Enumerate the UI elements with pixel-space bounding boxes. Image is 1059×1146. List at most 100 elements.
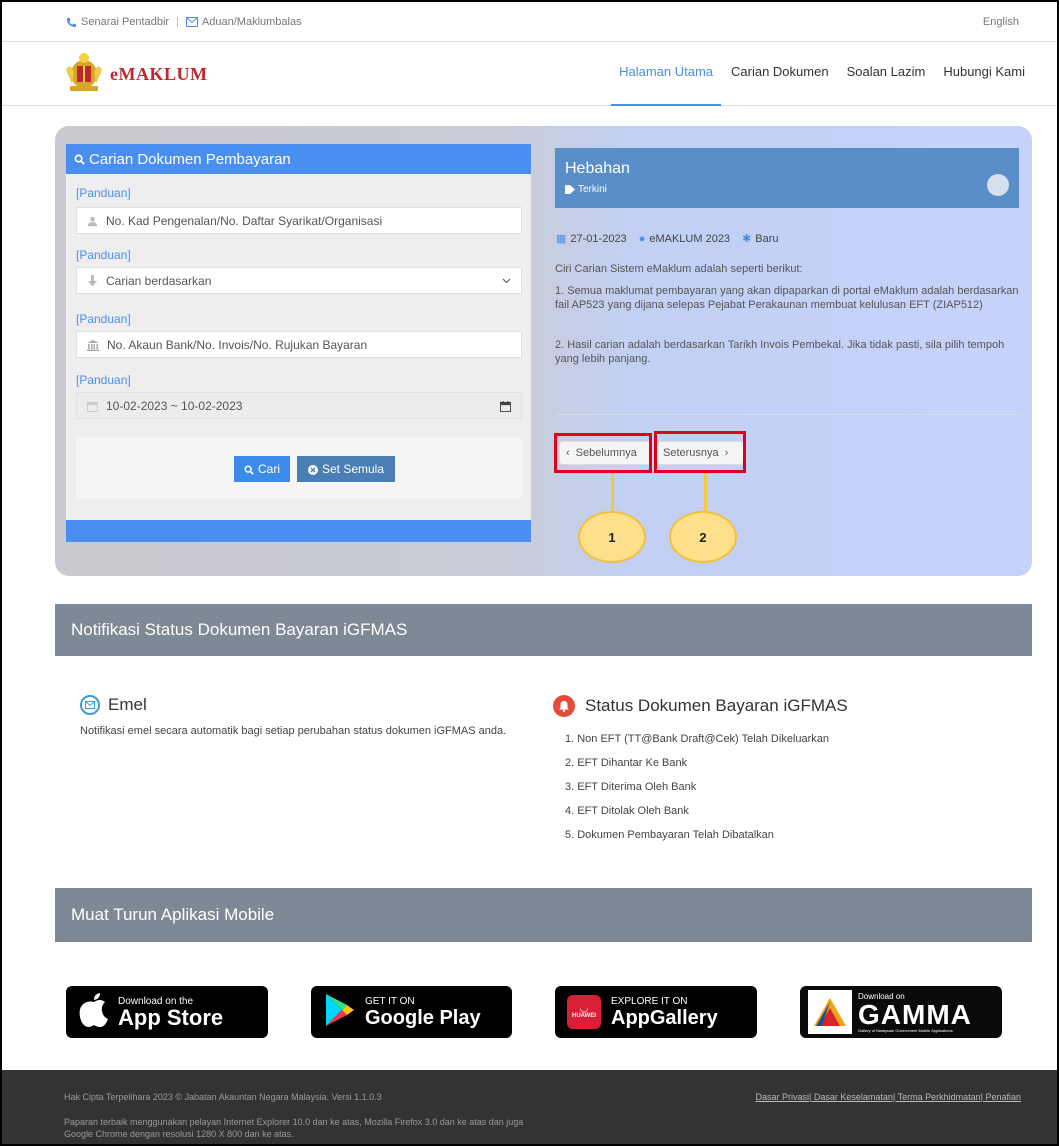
- hebahan-title: Hebahan: [565, 160, 630, 177]
- utility-links: Senarai Pentadbir | Aduan/Maklumbalas: [66, 16, 302, 28]
- reset-button-label: Set Semula: [321, 462, 385, 476]
- gamma-badge[interactable]: Download on GAMMA Gallery of Malaysian G…: [800, 986, 1002, 1038]
- announcement-tag: Baru: [755, 232, 779, 245]
- phone-icon: [66, 16, 77, 28]
- announcement-intro: Ciri Carian Sistem eMaklum adalah sepert…: [555, 263, 803, 275]
- hebahan-header: Hebahan Terkini: [555, 148, 1019, 208]
- reset-button[interactable]: Set Semula: [297, 456, 395, 482]
- panduan-link-2[interactable]: [Panduan]: [76, 248, 131, 262]
- google-play-big: Google Play: [365, 1006, 481, 1029]
- status-title: Status Dokumen Bayaran iGFMAS: [585, 696, 848, 715]
- payment-document-search: Carian Dokumen Pembayaran [Panduan] No. …: [66, 144, 531, 542]
- announcement-point-1: 1. Semua maklumat pembayaran yang akan d…: [555, 285, 1019, 311]
- top-utility-bar: Senarai Pentadbir | Aduan/Maklumbalas En…: [2, 2, 1057, 42]
- hebahan-divider: [555, 414, 1021, 415]
- status-item: 4. EFT Ditolak Oleh Bank: [565, 805, 689, 817]
- bank-icon: [87, 338, 99, 352]
- announcement-point-2: 2. Hasil carian adalah berdasarkan Tarik…: [555, 339, 1005, 365]
- hebahan-subtitle-text: Terkini: [578, 184, 607, 195]
- app-store-text: Download on the App Store: [118, 996, 223, 1029]
- google-play-icon: [325, 993, 355, 1032]
- calendar-icon: ▦: [556, 233, 567, 245]
- asterisk-icon: ✱: [742, 233, 752, 245]
- callout-1: 1: [578, 511, 646, 563]
- nav-hubungi-kami[interactable]: Hubungi Kami: [943, 64, 1025, 79]
- date-range-input[interactable]: 10-02-2023 ~ 10-02-2023: [76, 392, 522, 419]
- huawei-icon: ◡ HUAWEI: [567, 995, 601, 1029]
- aduan-link[interactable]: Aduan/Maklumbalas: [202, 16, 302, 28]
- calendar-icon: [87, 399, 98, 413]
- nav-halaman-utama[interactable]: Halaman Utama: [611, 64, 721, 106]
- footer-links[interactable]: Dasar Privasi| Dasar Keselamatan| Terma …: [756, 1092, 1021, 1102]
- google-play-small: GET IT ON: [365, 995, 415, 1007]
- connector-line-1: [611, 473, 614, 511]
- id-number-input[interactable]: No. Kad Pengenalan/No. Daftar Syarikat/O…: [76, 207, 522, 234]
- search-button[interactable]: Cari: [234, 456, 290, 482]
- account-number-input[interactable]: No. Akaun Bank/No. Invois/No. Rujukan Ba…: [76, 331, 522, 358]
- logo-text: eMAKLUM: [110, 64, 208, 84]
- user-icon: ●: [638, 232, 646, 245]
- gamma-big: GAMMA: [858, 998, 972, 1030]
- nav-carian-dokumen[interactable]: Carian Dokumen: [731, 64, 829, 79]
- senarai-pentadbir-link[interactable]: Senarai Pentadbir: [81, 16, 169, 28]
- gamma-text: Download on GAMMA Gallery of Malaysian G…: [858, 991, 972, 1034]
- account-number-placeholder: No. Akaun Bank/No. Invois/No. Rujukan Ba…: [107, 337, 368, 352]
- arrow-down-icon: [87, 274, 98, 288]
- announcement-date: 27-01-2023: [570, 232, 627, 245]
- close-circle-icon: [307, 462, 318, 476]
- panduan-link-1[interactable]: [Panduan]: [76, 186, 131, 200]
- chevron-down-icon: [502, 274, 511, 288]
- globe-icon: [987, 174, 1009, 196]
- status-item: 5. Dokumen Pembayaran Telah Dibatalkan: [565, 829, 774, 841]
- tag-icon: [565, 184, 575, 195]
- status-list: 1. Non EFT (TT@Bank Draft@Cek) Telah Dik…: [565, 733, 829, 853]
- app-store-big: App Store: [118, 1004, 224, 1030]
- apple-icon: [78, 992, 110, 1033]
- google-play-text: GET IT ON Google Play: [365, 996, 481, 1029]
- panduan-link-3[interactable]: [Panduan]: [76, 312, 131, 326]
- hebahan-subtitle: Terkini: [565, 184, 607, 195]
- site-footer: Hak Cipta Terpelihara 2023 © Jabatan Aka…: [2, 1070, 1057, 1144]
- calendar-picker-icon[interactable]: [500, 399, 511, 413]
- search-header: Carian Dokumen Pembayaran: [66, 144, 531, 174]
- highlight-box-2: [654, 431, 746, 473]
- app-store-badge[interactable]: Download on the App Store: [66, 986, 268, 1038]
- highlight-box-1: [554, 433, 652, 473]
- envelope-icon: [80, 695, 100, 715]
- site-header: eMAKLUM Halaman Utama Carian Dokumen Soa…: [2, 42, 1057, 106]
- huawei-logo-text: HUAWEI: [572, 1013, 596, 1019]
- mobile-section-header: Muat Turun Aplikasi Mobile: [55, 888, 1032, 942]
- app-gallery-badge[interactable]: ◡ HUAWEI EXPLORE IT ON AppGallery: [555, 986, 757, 1038]
- announcement-author: eMAKLUM 2023: [649, 232, 731, 245]
- browser-note: Paparan terbaik menggunakan pelayan Inte…: [64, 1117, 524, 1139]
- id-number-placeholder: No. Kad Pengenalan/No. Daftar Syarikat/O…: [106, 213, 383, 228]
- search-footer-bar: [66, 520, 531, 542]
- email-description: Notifikasi emel secara automatik bagi se…: [80, 725, 507, 737]
- search-button-label: Cari: [257, 462, 280, 476]
- search-title: Carian Dokumen Pembayaran: [89, 150, 291, 168]
- email-title: Emel: [108, 695, 147, 714]
- copyright-text: Hak Cipta Terpelihara 2023 © Jabatan Aka…: [64, 1092, 382, 1102]
- search-by-value: Carian berdasarkan: [106, 273, 212, 288]
- panduan-link-4[interactable]: [Panduan]: [76, 373, 131, 387]
- user-icon: [87, 214, 98, 228]
- language-toggle[interactable]: English: [983, 16, 1019, 28]
- search-icon: [74, 151, 85, 168]
- search-actions: Cari Set Semula: [76, 438, 522, 498]
- app-gallery-small: EXPLORE IT ON: [611, 995, 688, 1007]
- callout-2: 2: [669, 511, 737, 563]
- nav-soalan-lazim[interactable]: Soalan Lazim: [847, 64, 926, 79]
- emaklum-logo[interactable]: eMAKLUM: [62, 50, 207, 99]
- huawei-bag-glyph: ◡: [579, 1003, 589, 1014]
- notification-section-header: Notifikasi Status Dokumen Bayaran iGFMAS: [55, 604, 1032, 656]
- app-gallery-big: AppGallery: [611, 1006, 718, 1029]
- status-heading: Status Dokumen Bayaran iGFMAS: [553, 695, 848, 717]
- status-item: 3. EFT Diterima Oleh Bank: [565, 781, 697, 793]
- main-nav: Halaman Utama Carian Dokumen Soalan Lazi…: [611, 64, 1025, 106]
- search-icon: [244, 462, 254, 476]
- status-item: 2. EFT Dihantar Ke Bank: [565, 757, 688, 769]
- search-by-select[interactable]: Carian berdasarkan: [76, 267, 522, 294]
- announcement-meta: ▦ 27-01-2023 ● eMAKLUM 2023 ✱ Baru: [556, 232, 779, 246]
- google-play-badge[interactable]: GET IT ON Google Play: [311, 986, 512, 1038]
- connector-line-2: [704, 473, 707, 511]
